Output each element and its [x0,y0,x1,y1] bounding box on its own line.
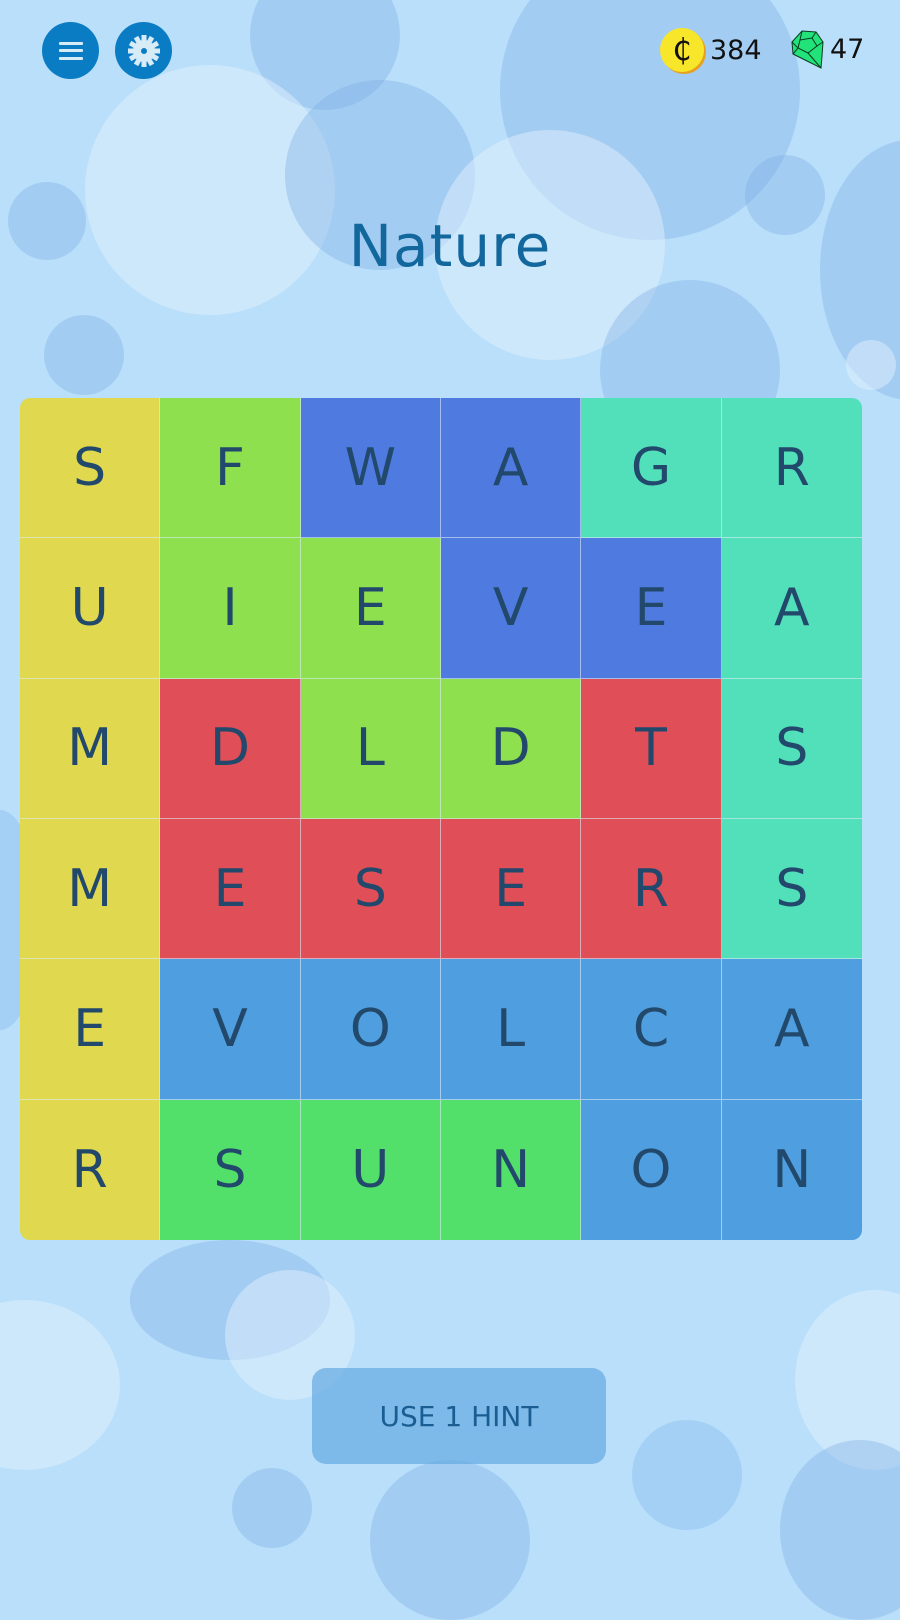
letter-cell[interactable]: V [160,959,301,1100]
letter-cell[interactable]: A [721,959,862,1100]
settings-button[interactable] [115,22,172,79]
background-bubble [632,1420,742,1530]
background-bubble [0,1300,120,1470]
letter-cell[interactable]: M [20,818,161,960]
coin-icon: ₵ [660,28,704,72]
letter-cell[interactable]: D [440,678,582,819]
letter-cell[interactable]: E [300,538,441,679]
letter-cell[interactable]: O [300,959,441,1100]
coin-count: 384 [710,34,762,66]
letter-cell[interactable]: E [581,538,722,679]
puzzle-title: Nature [348,212,552,280]
letter-grid: SFWAGRUIEVEAMDLDTSMESERSEVOLCARSUNON [20,398,862,1240]
background-bubble [370,1460,530,1620]
gem-counter[interactable]: 47 [790,28,864,70]
background-bubble [846,340,896,390]
letter-cell[interactable]: S [721,818,862,960]
gear-icon [127,34,160,67]
letter-cell[interactable]: E [440,818,582,960]
gem-count: 47 [830,33,865,65]
letter-cell[interactable]: C [581,959,722,1100]
letter-cell[interactable]: W [300,398,441,539]
gem-icon [791,30,824,69]
letter-cell[interactable]: E [20,959,161,1100]
letter-cell[interactable]: T [581,678,722,819]
letter-cell[interactable]: S [300,818,441,960]
letter-cell[interactable]: U [300,1099,441,1240]
background-bubble [780,1440,900,1620]
letter-cell[interactable]: N [440,1099,582,1240]
letter-cell[interactable]: N [721,1099,862,1240]
hamburger-menu-icon [58,41,83,60]
background-bubble [44,315,124,395]
letter-cell[interactable]: R [20,1099,161,1240]
coin-counter[interactable]: ₵ 384 [660,28,762,72]
letter-cell[interactable]: L [440,959,582,1100]
letter-cell[interactable]: S [721,678,862,819]
letter-cell[interactable]: F [160,398,301,539]
letter-cell[interactable]: A [721,538,862,679]
letter-cell[interactable]: E [160,818,301,960]
letter-cell[interactable]: S [20,398,161,539]
letter-cell[interactable]: M [20,678,161,819]
letter-cell[interactable]: U [20,538,161,679]
menu-button[interactable] [42,22,99,79]
letter-cell[interactable]: R [721,398,862,539]
letter-cell[interactable]: S [160,1099,301,1240]
letter-cell[interactable]: G [581,398,722,539]
letter-cell[interactable]: O [581,1099,722,1240]
letter-cell[interactable]: D [160,678,301,819]
use-hint-button[interactable]: USE 1 HINT [312,1368,606,1464]
letter-cell[interactable]: L [300,678,441,819]
background-bubble [232,1468,312,1548]
letter-cell[interactable]: I [160,538,301,679]
letter-cell[interactable]: R [581,818,722,960]
letter-cell[interactable]: A [440,398,582,539]
letter-cell[interactable]: V [440,538,582,679]
